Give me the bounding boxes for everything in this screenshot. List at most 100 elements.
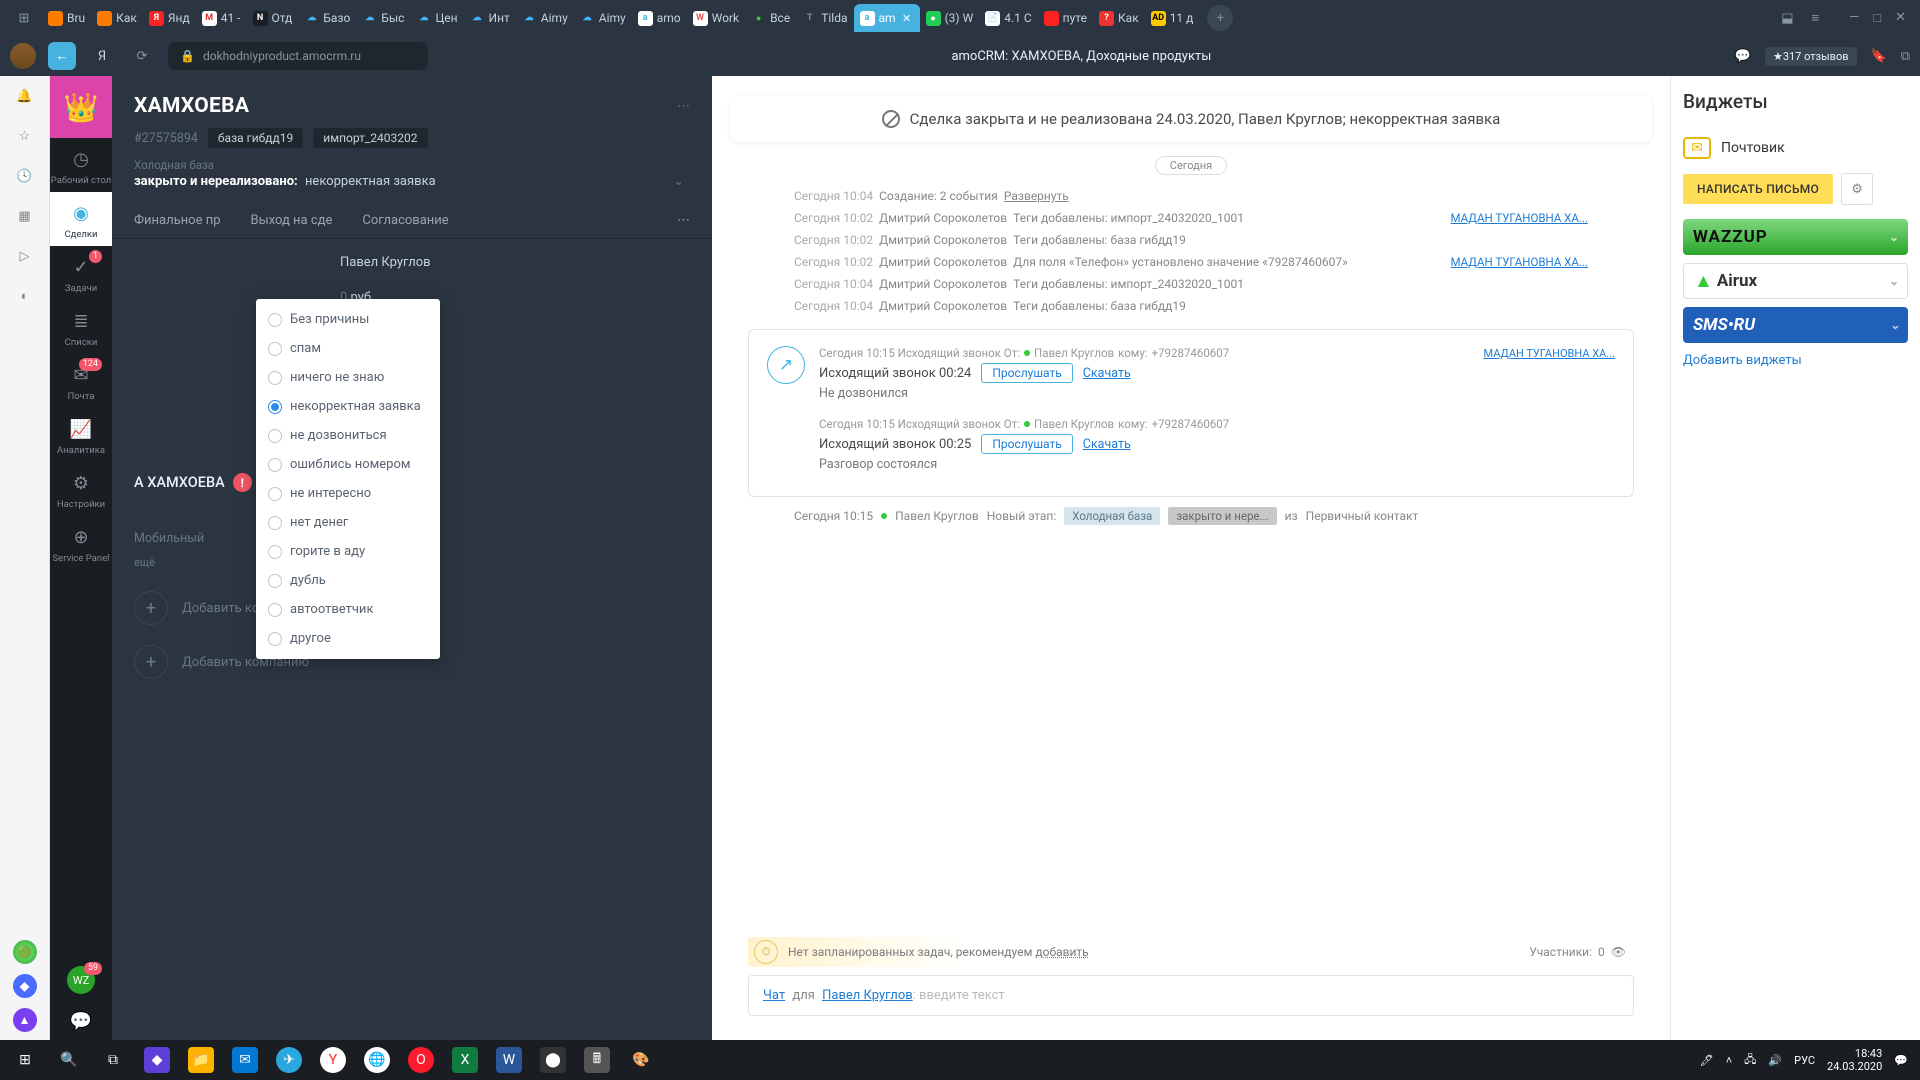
chevron-down-icon[interactable]: ⌄: [673, 174, 684, 189]
yandex-home-icon[interactable]: Я: [88, 42, 116, 70]
close-icon[interactable]: ✕: [900, 11, 914, 25]
nav-mail[interactable]: 124 ✉ Почта: [50, 354, 112, 408]
taskbar-app[interactable]: X: [444, 1040, 486, 1080]
taskbar-app[interactable]: O: [400, 1040, 442, 1080]
nav-tasks[interactable]: 1 ✓ Задачи: [50, 246, 112, 300]
browser-tab-active[interactable]: aam✕: [854, 4, 920, 32]
bookmark-icon[interactable]: 🔖: [1871, 49, 1887, 64]
nav-settings[interactable]: ⚙ Настройки: [50, 462, 112, 516]
close-window-icon[interactable]: ✕: [1895, 10, 1906, 26]
taskbar-app[interactable]: ✈: [268, 1040, 310, 1080]
listen-button[interactable]: Прослушать: [981, 363, 1072, 383]
tray-clock[interactable]: 18:43 24.03.2020: [1827, 1047, 1882, 1073]
eye-off-icon[interactable]: 👁: [1611, 945, 1626, 959]
translate-icon[interactable]: ◐: [13, 284, 37, 308]
reason-option[interactable]: Без причины: [256, 305, 440, 334]
tray-network-icon[interactable]: 🖧: [1744, 1051, 1756, 1070]
browser-tab[interactable]: ●Все: [745, 4, 796, 32]
taskbar-app[interactable]: ⬤: [532, 1040, 574, 1080]
tray-chevron-icon[interactable]: ˄: [1726, 1054, 1732, 1067]
taskbar-app[interactable]: Y: [312, 1040, 354, 1080]
notifications-icon[interactable]: 🔔: [13, 84, 37, 108]
widget-mail[interactable]: ✉ Почтовик: [1683, 129, 1908, 167]
profile-avatar[interactable]: [10, 43, 36, 69]
pipeline-tab[interactable]: Финальное пр: [134, 213, 221, 228]
reason-option[interactable]: нет денег: [256, 508, 440, 537]
manager-name[interactable]: Павел Круглов: [340, 255, 690, 270]
download-link[interactable]: Скачать: [1083, 366, 1131, 381]
download-link[interactable]: Скачать: [1083, 437, 1131, 452]
task-view-button[interactable]: ⧉: [92, 1040, 134, 1080]
reason-option[interactable]: дубль: [256, 566, 440, 595]
url-input[interactable]: 🔒 dokhodniyproduct.amocrm.ru: [168, 42, 428, 70]
browser-tab[interactable]: aamo: [632, 4, 687, 32]
nav-service-panel[interactable]: ⊕ Service Panel: [50, 516, 112, 570]
reason-option-selected[interactable]: некорректная заявка: [256, 392, 440, 421]
reason-option[interactable]: не дозвониться: [256, 421, 440, 450]
pipeline-tab[interactable]: Выход на сде: [251, 213, 333, 228]
taskbar-app[interactable]: W: [488, 1040, 530, 1080]
browser-tab[interactable]: ☁Цен: [410, 4, 463, 32]
widget-wazzup[interactable]: WAZZUP⌄: [1683, 219, 1908, 255]
browser-tab[interactable]: WWork: [687, 4, 745, 32]
assistant-icon[interactable]: 🟢: [13, 940, 37, 964]
browser-tab[interactable]: ☁Инт: [464, 4, 516, 32]
browser-tab[interactable]: ●(3) W: [920, 4, 980, 32]
browser-tab[interactable]: 📄4.1 С: [979, 4, 1037, 32]
browser-tab[interactable]: ☁Базо: [298, 4, 356, 32]
taskbar-app[interactable]: 📁: [180, 1040, 222, 1080]
browser-tab[interactable]: Как: [91, 4, 143, 32]
entity-link[interactable]: МАДАН ТУГАНОВНА ХА...: [1451, 255, 1588, 269]
more-icon[interactable]: ⋯: [677, 213, 690, 228]
browser-tab[interactable]: M41 -: [196, 4, 247, 32]
chat-icon[interactable]: 💬: [1735, 49, 1751, 64]
taskbar-app[interactable]: ✉: [224, 1040, 266, 1080]
menu-icon[interactable]: ≡: [1811, 10, 1819, 26]
browser-tab[interactable]: TTilda: [796, 4, 853, 32]
new-tab-button[interactable]: +: [1207, 5, 1233, 31]
tray-volume-icon[interactable]: 🔊: [1768, 1054, 1782, 1067]
browser-tab[interactable]: путе: [1038, 4, 1093, 32]
browser-tab[interactable]: ☁Быс: [356, 4, 410, 32]
reason-option[interactable]: не интересно: [256, 479, 440, 508]
media-icon[interactable]: ▷: [13, 244, 37, 268]
nav-wazzup[interactable]: 59 WZ: [50, 958, 112, 1000]
chat-user-link[interactable]: Павел Круглов: [822, 988, 913, 1003]
browser-tab[interactable]: NОтд: [247, 4, 299, 32]
widget-airux[interactable]: ▲Airux⌄: [1683, 263, 1908, 299]
browser-tab[interactable]: ЯЯнд: [143, 4, 196, 32]
reason-option[interactable]: автоответчик: [256, 595, 440, 624]
chat-input[interactable]: Чат для Павел Круглов: введите текст: [748, 975, 1634, 1016]
reason-option[interactable]: ошиблись номером: [256, 450, 440, 479]
browser-tab[interactable]: AD11 д: [1145, 4, 1200, 32]
zen-icon[interactable]: ◆: [13, 974, 37, 998]
taskbar-app[interactable]: 🎨: [620, 1040, 662, 1080]
chat-link[interactable]: Чат: [763, 988, 785, 1003]
entity-link[interactable]: МАДАН ТУГАНОВНА ХА...: [1484, 347, 1616, 360]
tray-lang[interactable]: РУС: [1794, 1054, 1815, 1067]
minimize-icon[interactable]: —: [1849, 10, 1859, 26]
nav-deals[interactable]: ◉ Сделки: [50, 192, 112, 246]
expand-link[interactable]: Развернуть: [1004, 189, 1069, 203]
tray-notifications-icon[interactable]: 💬: [1894, 1054, 1908, 1067]
nav-lists[interactable]: ≣ Списки: [50, 300, 112, 354]
browser-tab[interactable]: Bru: [42, 4, 91, 32]
listen-button[interactable]: Прослушать: [981, 434, 1072, 454]
compose-mail-button[interactable]: НАПИСАТЬ ПИСЬМО: [1683, 174, 1833, 204]
tray-icon[interactable]: 🖊: [1700, 1054, 1714, 1067]
tab-grid-icon[interactable]: ⊞: [6, 11, 42, 26]
nav-analytics[interactable]: 📈 Аналитика: [50, 408, 112, 462]
start-button[interactable]: ⊞: [4, 1040, 46, 1080]
browser-tab[interactable]: ☁Aimy: [516, 4, 574, 32]
deal-tag[interactable]: импорт_2403202: [313, 128, 427, 148]
crm-logo[interactable]: 👑: [50, 76, 112, 138]
stage-selector[interactable]: закрыто и нереализовано: некорректная за…: [134, 174, 690, 189]
back-button[interactable]: ←: [48, 42, 76, 70]
entity-link[interactable]: МАДАН ТУГАНОВНА ХА...: [1451, 211, 1588, 225]
nav-messenger[interactable]: 💬: [50, 1000, 112, 1040]
add-task-link[interactable]: добавить: [1035, 945, 1088, 959]
taskbar-app[interactable]: 🖩: [576, 1040, 618, 1080]
add-widget-link[interactable]: Добавить виджеты: [1683, 353, 1908, 368]
reason-option[interactable]: горите в аду: [256, 537, 440, 566]
widget-smsru[interactable]: SMS•RU⌄: [1683, 307, 1908, 343]
